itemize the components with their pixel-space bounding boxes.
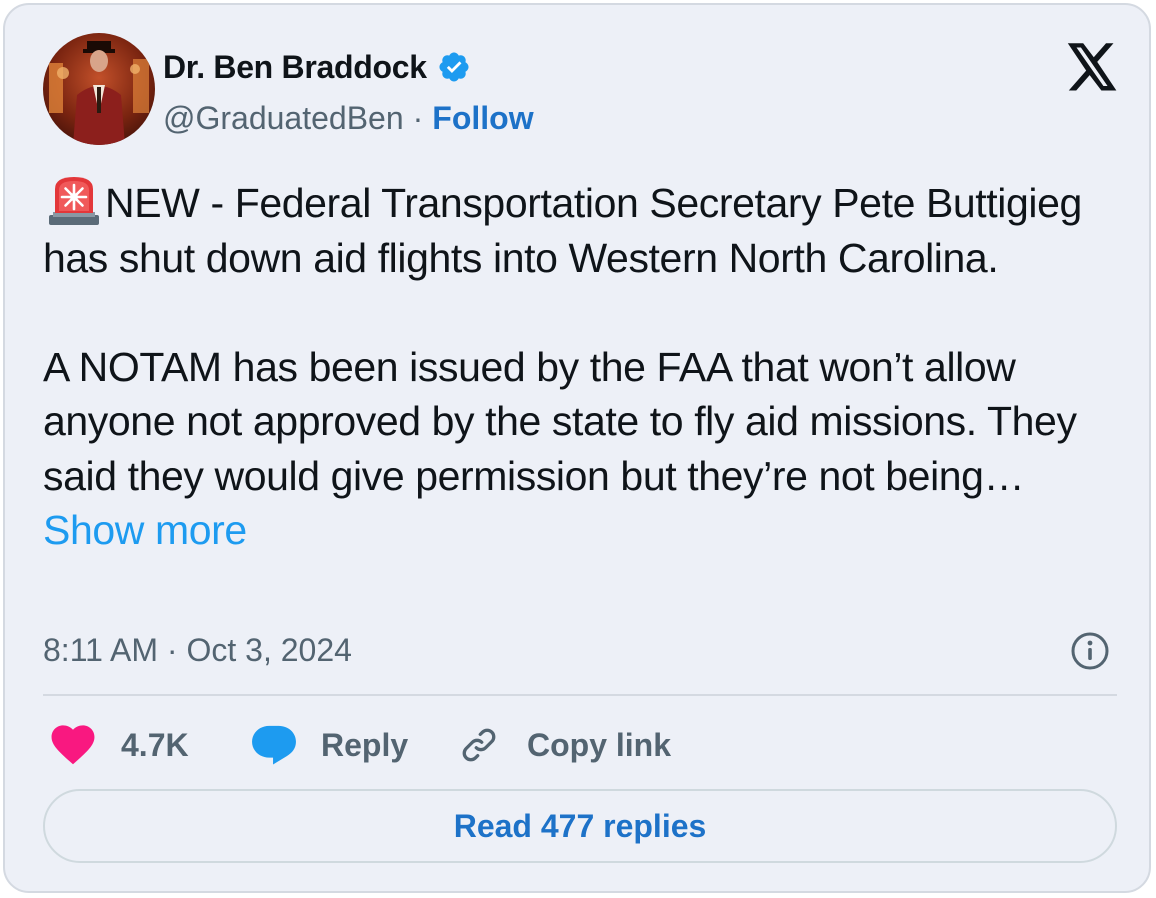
verified-badge-icon (437, 50, 471, 84)
author-handle[interactable]: @GraduatedBen (163, 100, 404, 137)
tweet-paragraph-2: A NOTAM has been issued by the FAA that … (43, 340, 1123, 558)
heart-icon (51, 725, 95, 765)
copy-link-label: Copy link (527, 726, 672, 763)
reply-label: Reply (321, 726, 409, 763)
read-replies-button[interactable]: Read 477 replies (43, 789, 1117, 863)
divider (43, 694, 1117, 696)
follow-button[interactable]: Follow (432, 100, 533, 137)
info-icon[interactable] (1067, 628, 1113, 674)
reply-bubble-icon (252, 725, 296, 765)
author-name[interactable]: Dr. Ben Braddock (163, 49, 427, 86)
reply-button[interactable]: Reply (251, 719, 408, 771)
tweet-paragraph-1-text: NEW - Federal Transportation Secretary P… (43, 180, 1082, 281)
avatar[interactable] (43, 33, 155, 145)
tweet-timestamp[interactable]: 8:11 AM · Oct 3, 2024 (43, 627, 352, 673)
police-siren-icon (43, 175, 105, 225)
link-icon (462, 728, 496, 762)
separator-dot: · (412, 99, 424, 136)
copy-link-button[interactable]: Copy link (457, 719, 671, 771)
author-name-row: Dr. Ben Braddock (163, 45, 471, 89)
tweet-paragraph-2-text: A NOTAM has been issued by the FAA that … (43, 343, 1077, 499)
avatar-image (43, 33, 155, 145)
action-bar: 4.7K Reply Copy link (43, 719, 1117, 771)
x-logo-icon[interactable] (1065, 43, 1119, 93)
author-handle-row: @GraduatedBen · Follow (163, 97, 534, 139)
show-more-link[interactable]: Show more (43, 507, 247, 553)
tweet-text: NEW - Federal Transportation Secretary P… (43, 175, 1123, 558)
tweet-paragraph-1: NEW - Federal Transportation Secretary P… (43, 175, 1123, 285)
like-count: 4.7K (121, 726, 189, 763)
tweet-card: Dr. Ben Braddock @GraduatedBen · Follow (3, 3, 1151, 893)
like-button[interactable]: 4.7K (51, 719, 189, 771)
